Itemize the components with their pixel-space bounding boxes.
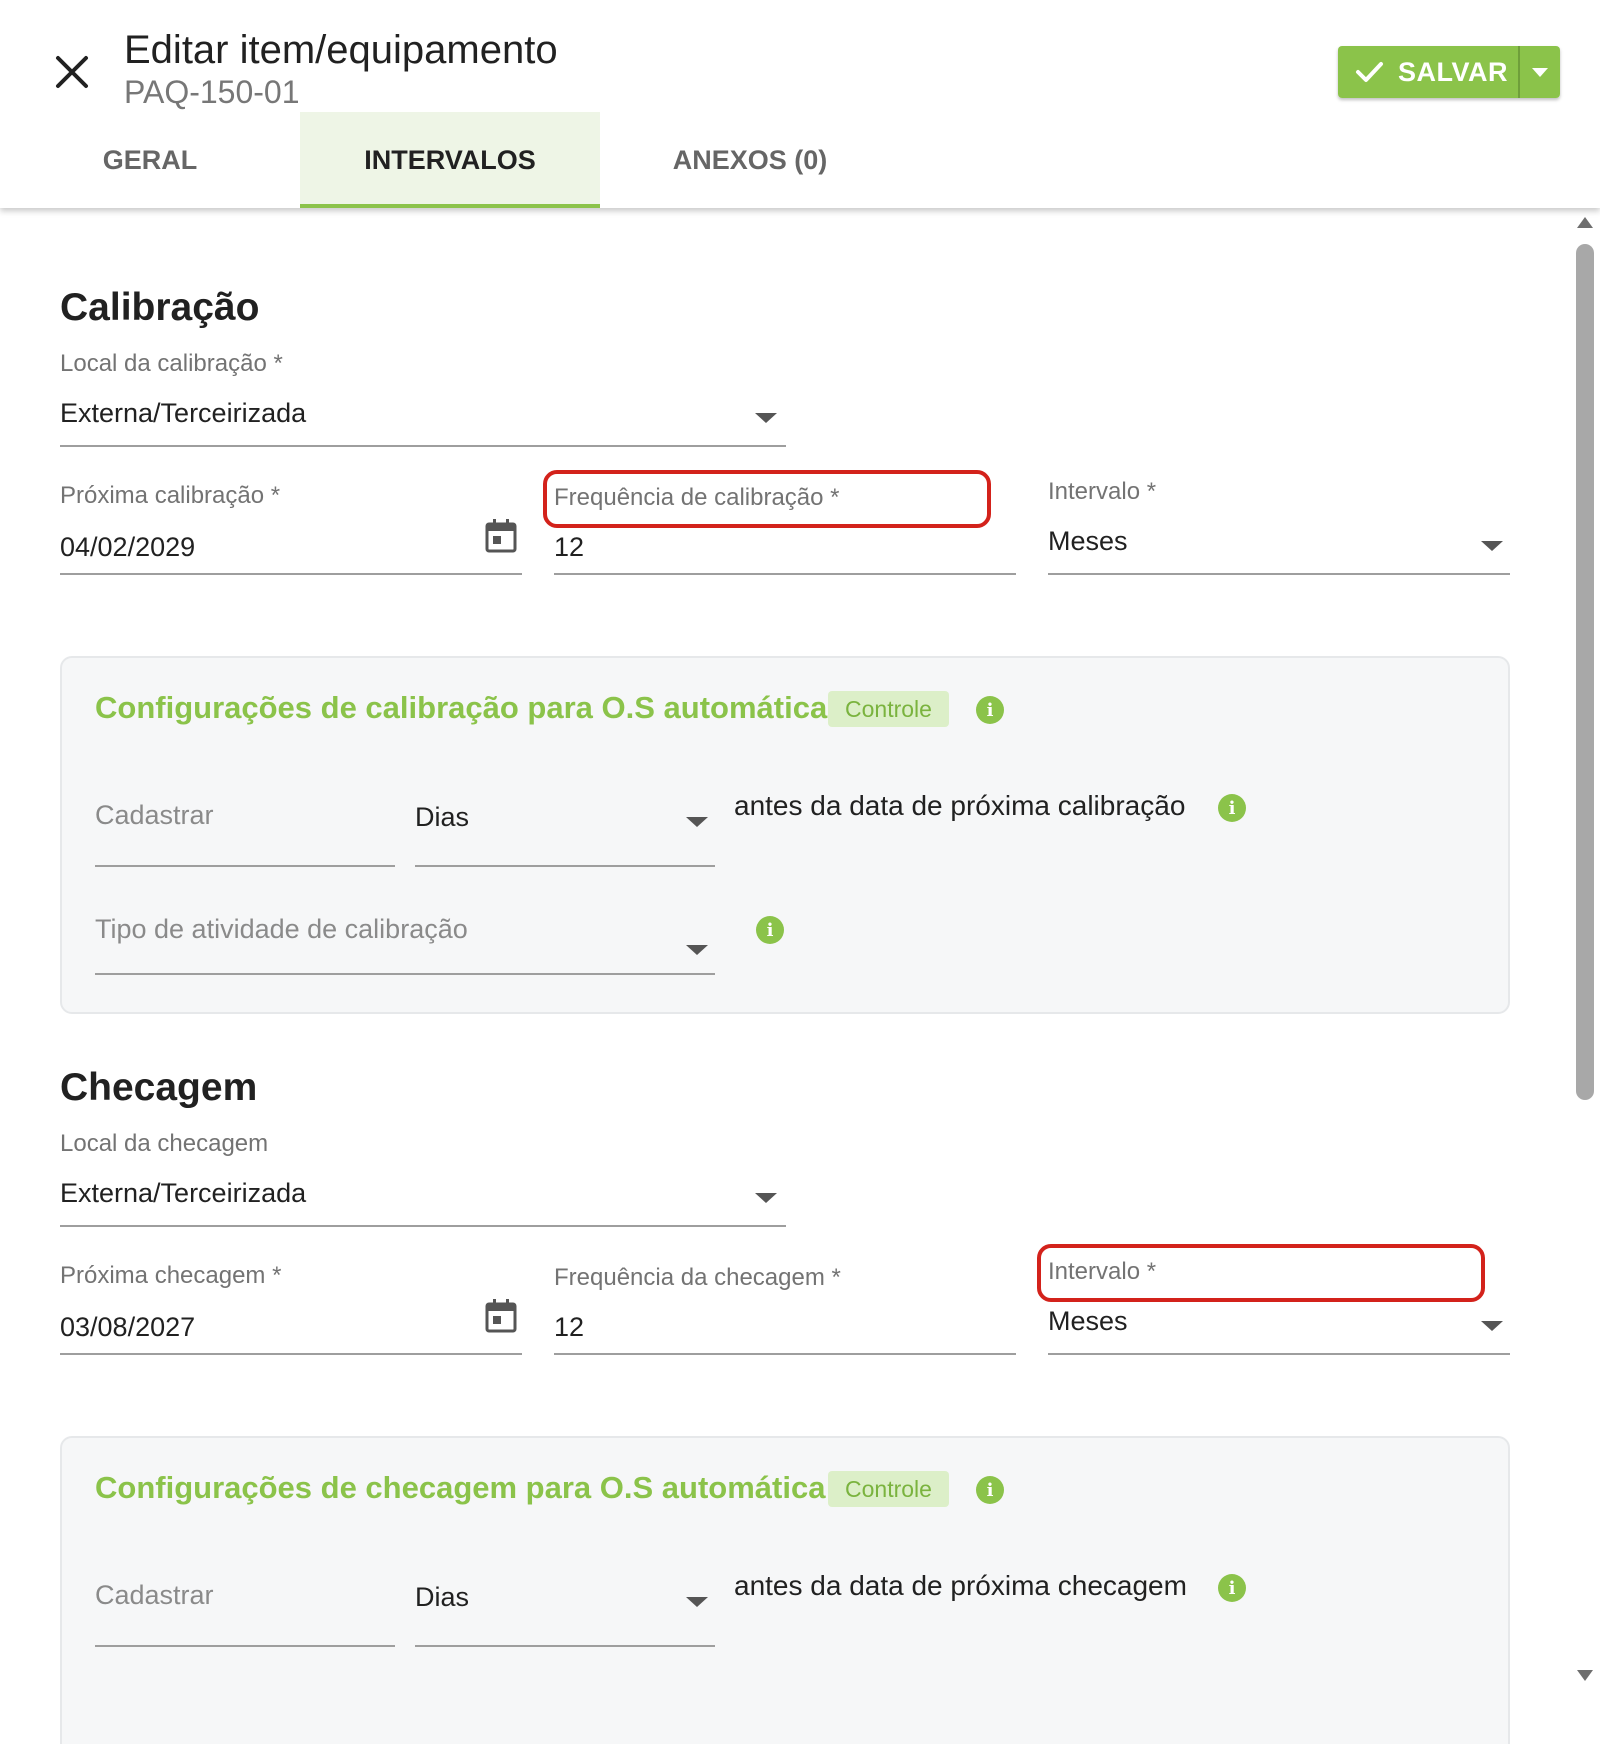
checagem-section-title: Checagem (60, 1066, 258, 1109)
info-icon[interactable]: i (1218, 1574, 1246, 1602)
save-options-dropdown[interactable] (1518, 46, 1560, 98)
scroll-up-arrow-icon[interactable] (1574, 214, 1596, 230)
highlight-frequencia-calibracao (543, 470, 991, 528)
underline (95, 973, 715, 975)
chevron-down-icon (686, 1597, 708, 1607)
cadastrar-dias-input[interactable]: Cadastrar (95, 800, 395, 868)
highlight-intervalo-checagem (1037, 1244, 1485, 1302)
antes-data-text: antes da data de próxima checagem (734, 1570, 1187, 1601)
underline (60, 445, 786, 447)
item-code: PAQ-150-01 (124, 74, 300, 110)
caret-down-icon (1532, 68, 1548, 77)
frequencia-calibracao-value: 12 (554, 532, 585, 562)
frequencia-checagem-label: Frequência da checagem * (554, 1264, 841, 1291)
intervalo-calibracao-value: Meses (1048, 526, 1128, 556)
scrollbar-thumb[interactable] (1576, 244, 1594, 1100)
chevron-down-icon (1481, 1321, 1503, 1331)
proxima-checagem-value: 03/08/2027 (60, 1312, 196, 1342)
chevron-down-icon (755, 1193, 777, 1203)
calendar-icon[interactable] (484, 518, 518, 554)
chevron-down-icon (686, 945, 708, 955)
intervalo-checagem-value: Meses (1048, 1306, 1128, 1336)
dialog-header: Editar item/equipamento PAQ-150-01 SALVA… (0, 0, 1600, 208)
info-icon[interactable]: i (1218, 794, 1246, 822)
chevron-down-icon (1481, 541, 1503, 551)
calibracao-config-title: Configurações de calibração para O.S aut… (95, 690, 828, 725)
cadastrar-placeholder: Cadastrar (95, 800, 214, 830)
underline (95, 1645, 395, 1647)
underline (554, 573, 1016, 575)
underline (1048, 573, 1510, 575)
tipo-atividade-select[interactable]: Tipo de atividade de calibração (95, 914, 715, 976)
unidade-select[interactable]: Dias (415, 800, 715, 868)
page-title: Editar item/equipamento (124, 28, 558, 72)
save-button[interactable]: SALVAR (1338, 46, 1518, 98)
antes-data-text: antes da data de próxima calibração (734, 790, 1186, 821)
tab-intervalos[interactable]: INTERVALOS (300, 112, 600, 208)
underline (554, 1353, 1016, 1355)
calibracao-section-title: Calibração (60, 286, 260, 329)
save-label: SALVAR (1398, 56, 1508, 87)
proxima-calibracao-label: Próxima calibração * (60, 482, 281, 509)
underline (415, 865, 715, 867)
frequencia-checagem-value: 12 (554, 1312, 585, 1342)
underline (60, 1225, 786, 1227)
underline (60, 573, 522, 575)
checagem-config-title: Configurações de checagem para O.S autom… (95, 1470, 826, 1505)
checagem-config-card: Configurações de checagem para O.S autom… (60, 1436, 1510, 1744)
tab-geral[interactable]: GERAL (0, 112, 300, 208)
check-icon (1356, 62, 1383, 82)
save-button-group: SALVAR (1338, 46, 1560, 98)
underline (415, 1645, 715, 1647)
underline (95, 865, 395, 867)
proxima-checagem-label: Próxima checagem * (60, 1262, 282, 1289)
info-icon[interactable]: i (756, 916, 784, 944)
tab-bar: GERAL INTERVALOS ANEXOS (0) (0, 112, 900, 208)
intervalo-calibracao-select[interactable]: Intervalo * Meses (1048, 476, 1510, 576)
local-checagem-select[interactable]: Local da checagem Externa/Terceirizada (60, 1128, 786, 1228)
proxima-calibracao-value: 04/02/2029 (60, 532, 196, 562)
calendar-icon[interactable] (484, 1298, 518, 1334)
proxima-calibracao-date-field[interactable]: Próxima calibração * 04/02/2029 (60, 482, 522, 576)
controle-chip: Controle (828, 691, 949, 727)
frequencia-checagem-input[interactable]: Frequência da checagem * 12 (554, 1262, 1016, 1356)
chevron-down-icon (755, 413, 777, 423)
underline (60, 1353, 522, 1355)
underline (1048, 1353, 1510, 1355)
controle-chip: Controle (828, 1471, 949, 1507)
tipo-atividade-placeholder: Tipo de atividade de calibração (95, 914, 468, 944)
local-checagem-value: Externa/Terceirizada (60, 1178, 307, 1208)
unidade-value: Dias (415, 802, 470, 832)
scroll-down-arrow-icon[interactable] (1574, 1668, 1596, 1684)
close-icon[interactable] (52, 50, 92, 94)
local-calibracao-select[interactable]: Local da calibração * Externa/Terceiriza… (60, 348, 786, 448)
cadastrar-placeholder: Cadastrar (95, 1580, 214, 1610)
info-icon[interactable]: i (976, 696, 1004, 724)
proxima-checagem-date-field[interactable]: Próxima checagem * 03/08/2027 (60, 1262, 522, 1356)
calibracao-config-card: Configurações de calibração para O.S aut… (60, 656, 1510, 1014)
local-checagem-label: Local da checagem (60, 1130, 269, 1157)
local-calibracao-value: Externa/Terceirizada (60, 398, 307, 428)
intervalo-calibracao-label: Intervalo * (1048, 478, 1157, 505)
info-icon[interactable]: i (976, 1476, 1004, 1504)
unidade-select[interactable]: Dias (415, 1580, 715, 1648)
cadastrar-dias-input[interactable]: Cadastrar (95, 1580, 395, 1648)
tab-anexos[interactable]: ANEXOS (0) (600, 112, 900, 208)
chevron-down-icon (686, 817, 708, 827)
local-calibracao-label: Local da calibração * (60, 350, 283, 377)
unidade-value: Dias (415, 1582, 470, 1612)
